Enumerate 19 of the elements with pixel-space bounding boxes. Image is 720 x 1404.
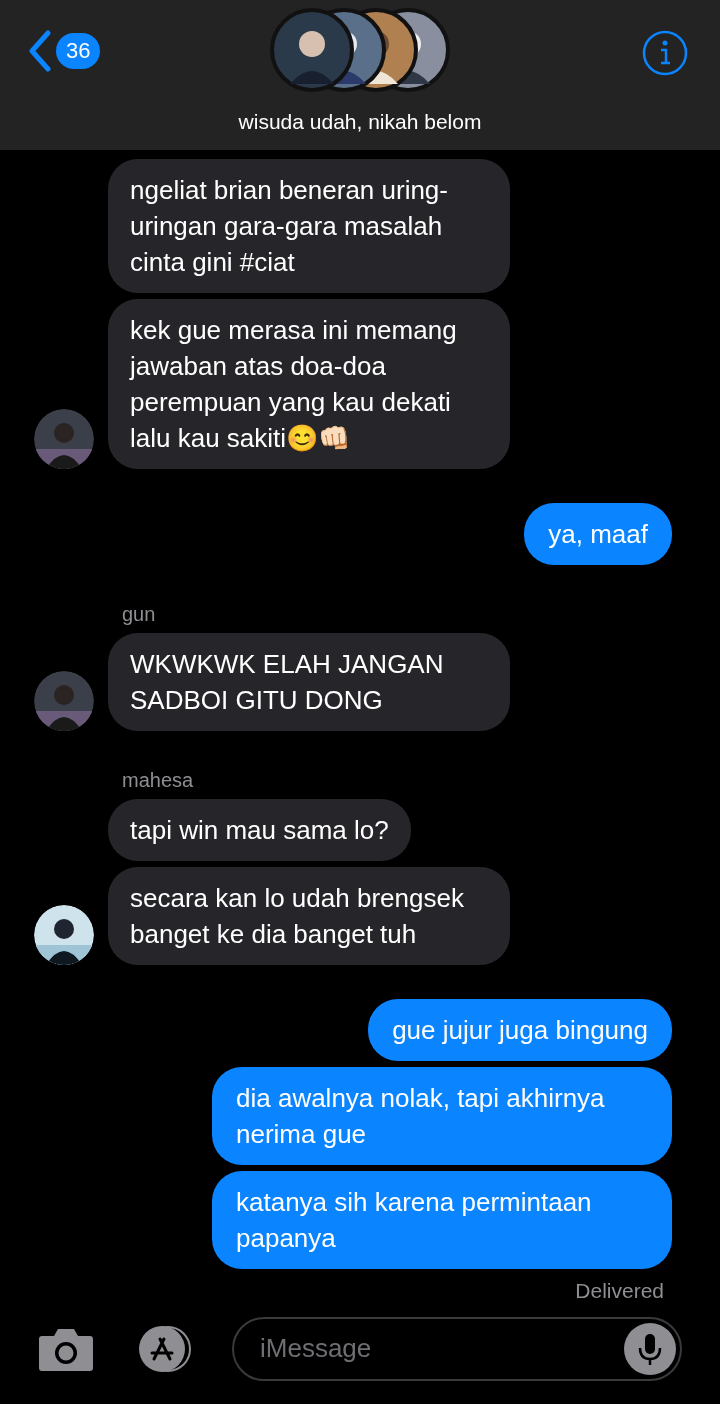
unread-count: 36 <box>56 33 101 69</box>
delivered-status: Delivered <box>575 1278 664 1304</box>
received-message: WKWKWK ELAH JANGAN SADBOI GITU DONG <box>108 633 510 731</box>
message-field[interactable]: iMessage <box>260 1329 624 1368</box>
chat-title: wisuda udah, nikah belom <box>238 109 482 135</box>
received-message: tapi win mau sama lo? <box>108 799 411 861</box>
received-message: kek gue merasa ini memang jawaban atas doa-doa perempuan yang kau dekati lalu kau sakiti😊👊🏻 <box>108 299 510 469</box>
sent-message: dia awalnya nolak, tapi akhirnya nerima gue <box>212 1067 672 1165</box>
sender-name: gun <box>122 602 157 627</box>
sent-message: gue jujur juga bingung <box>368 999 672 1061</box>
sent-message: katanya sih karena permintaan papanya <box>212 1171 672 1269</box>
microphone-icon[interactable] <box>624 1322 676 1375</box>
info-icon[interactable] <box>642 30 688 76</box>
sender-name: mahesa <box>122 768 195 793</box>
received-message: ngeliat brian beneran uring-uringan gara-gara masalah cinta gini #ciat <box>108 159 510 293</box>
message-bar[interactable]: iMessage <box>232 1316 682 1381</box>
sent-message: ya, maaf <box>524 503 672 565</box>
received-message: secara kan lo udah brengsek banget ke dia banget tuh <box>108 867 510 965</box>
back-icon[interactable] <box>28 30 52 72</box>
